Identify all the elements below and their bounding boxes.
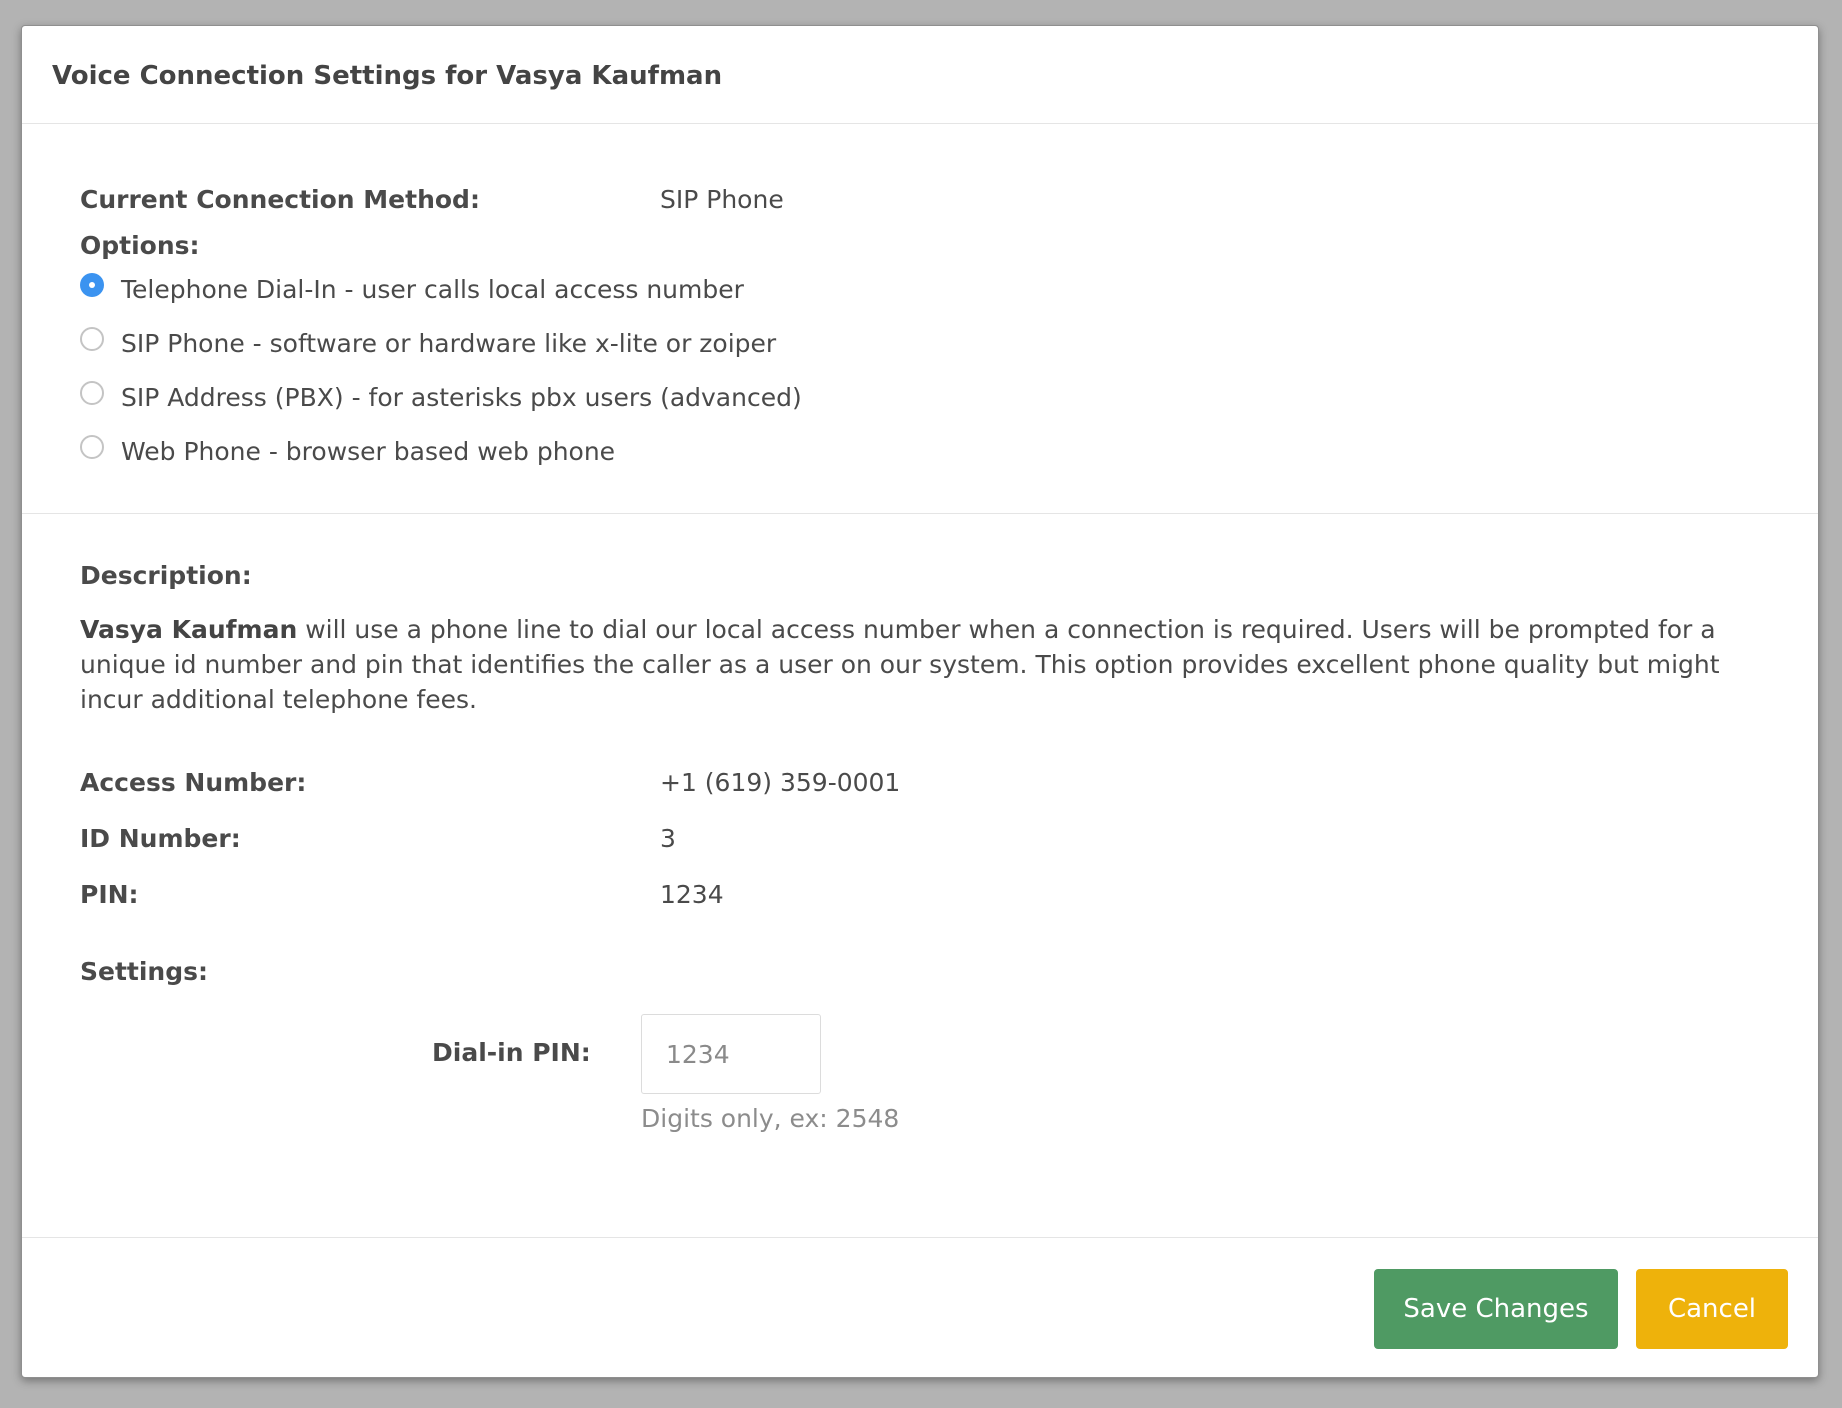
dialin-pin-help: Digits only, ex: 2548 [641, 1104, 900, 1133]
modal-header: Voice Connection Settings for Vasya Kauf… [22, 26, 1818, 124]
access-number-value: +1 (619) 359-0001 [660, 768, 901, 797]
modal-title: Voice Connection Settings for Vasya Kauf… [52, 61, 723, 91]
dialin-pin-input[interactable] [641, 1014, 821, 1094]
option-telephone-dial-in[interactable]: Telephone Dial-In - user calls local acc… [80, 271, 744, 307]
option-label: Web Phone - browser based web phone [121, 436, 616, 466]
access-number-label: Access Number: [80, 768, 307, 797]
option-web-phone[interactable]: Web Phone - browser based web phone [80, 433, 615, 469]
option-label: Telephone Dial-In - user calls local acc… [121, 274, 744, 304]
option-radio[interactable] [80, 273, 104, 297]
id-number-value: 3 [660, 824, 676, 853]
modal-footer: Save Changes Cancel [22, 1238, 1818, 1379]
description-heading: Description: [80, 561, 252, 590]
cancel-button[interactable]: Cancel [1636, 1269, 1788, 1349]
pin-label: PIN: [80, 880, 139, 909]
option-radio[interactable] [80, 327, 104, 351]
connection-options-section: Current Connection Method: SIP Phone Opt… [22, 124, 1818, 514]
dialin-pin-label: Dial-in PIN: [432, 1038, 591, 1067]
option-sip-address-pbx[interactable]: SIP Address (PBX) - for asterisks pbx us… [80, 379, 802, 415]
option-radio[interactable] [80, 435, 104, 459]
pin-value: 1234 [660, 880, 724, 909]
description-user-name: Vasya Kaufman [80, 615, 298, 644]
voice-connection-settings-dialog: Voice Connection Settings for Vasya Kauf… [21, 25, 1819, 1378]
option-label: SIP Phone - software or hardware like x-… [121, 328, 777, 358]
save-changes-button[interactable]: Save Changes [1374, 1269, 1618, 1349]
description-text: Vasya Kaufman will use a phone line to d… [80, 612, 1780, 717]
description-section: Description: Vasya Kaufman will use a ph… [22, 514, 1818, 1238]
option-sip-phone[interactable]: SIP Phone - software or hardware like x-… [80, 325, 776, 361]
current-connection-method-value: SIP Phone [660, 185, 784, 214]
option-label: SIP Address (PBX) - for asterisks pbx us… [121, 382, 802, 412]
id-number-label: ID Number: [80, 824, 241, 853]
current-connection-method-label: Current Connection Method: [80, 185, 480, 214]
settings-heading: Settings: [80, 957, 209, 986]
option-radio[interactable] [80, 381, 104, 405]
options-label: Options: [80, 231, 200, 260]
description-body: will use a phone line to dial our local … [80, 615, 1720, 714]
